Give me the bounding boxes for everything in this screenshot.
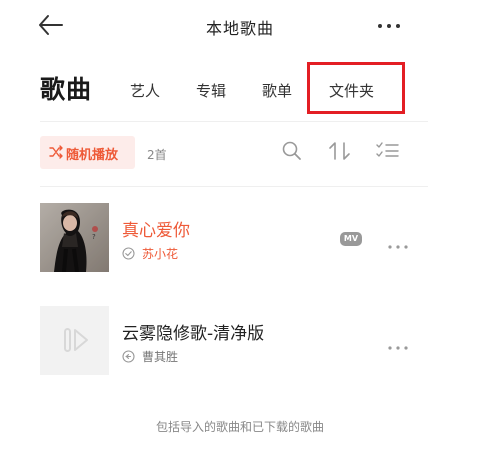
tab-songs[interactable]: 歌曲 <box>40 70 92 106</box>
local-checked-icon <box>122 247 135 260</box>
tab-albums[interactable]: 专辑 <box>196 80 226 101</box>
song-count: 2首 <box>147 148 167 162</box>
download-local-icon <box>122 350 135 363</box>
category-tabs: 歌曲 艺人 专辑 歌单 文件夹 <box>0 62 480 118</box>
song-artist-line: 曹其胜 <box>122 348 178 365</box>
shuffle-icon <box>49 145 63 159</box>
top-bar: 本地歌曲 <box>0 0 480 50</box>
song-artist: 苏小花 <box>142 247 179 261</box>
multi-select-icon <box>376 142 399 157</box>
song-row[interactable]: 云雾隐修歌-清净版 曹其胜 <box>0 306 480 378</box>
search-button[interactable] <box>281 140 303 166</box>
default-cover <box>40 306 109 375</box>
song-more-button[interactable] <box>386 337 410 350</box>
tab-artists[interactable]: 艺人 <box>130 80 160 101</box>
song-title: 云雾隐修歌-清净版 <box>122 324 265 344</box>
more-dots-icon <box>388 245 408 249</box>
shuffle-play-label: 随机播放 <box>66 148 119 163</box>
page-title: 本地歌曲 <box>205 19 274 38</box>
more-options-button[interactable] <box>374 18 404 32</box>
multi-select-button[interactable] <box>375 140 401 166</box>
more-dots-icon <box>388 346 408 350</box>
sort-icon <box>329 142 350 160</box>
svg-text:?: ? <box>92 233 96 241</box>
footer-note: 包括导入的歌曲和已下载的歌曲 <box>155 420 324 434</box>
sort-button[interactable] <box>327 140 353 166</box>
album-cover-image: ? <box>40 203 109 272</box>
music-placeholder-icon <box>64 328 88 352</box>
divider <box>40 121 428 122</box>
song-artist: 曹其胜 <box>142 350 179 364</box>
song-row[interactable]: ? 真心爱你 苏小花 MV <box>0 203 480 275</box>
search-icon <box>282 141 301 160</box>
tab-playlists[interactable]: 歌单 <box>262 80 292 101</box>
song-artist-line: 苏小花 <box>122 245 178 262</box>
shuffle-play-button[interactable]: 随机播放 <box>40 136 135 169</box>
divider <box>40 186 428 187</box>
mv-badge[interactable]: MV <box>340 232 362 246</box>
song-toolbar: 随机播放 2首 <box>0 136 480 172</box>
highlight-box <box>307 62 405 114</box>
song-more-button[interactable] <box>386 236 410 249</box>
song-title: 真心爱你 <box>122 221 190 241</box>
more-dots-icon <box>378 24 400 28</box>
